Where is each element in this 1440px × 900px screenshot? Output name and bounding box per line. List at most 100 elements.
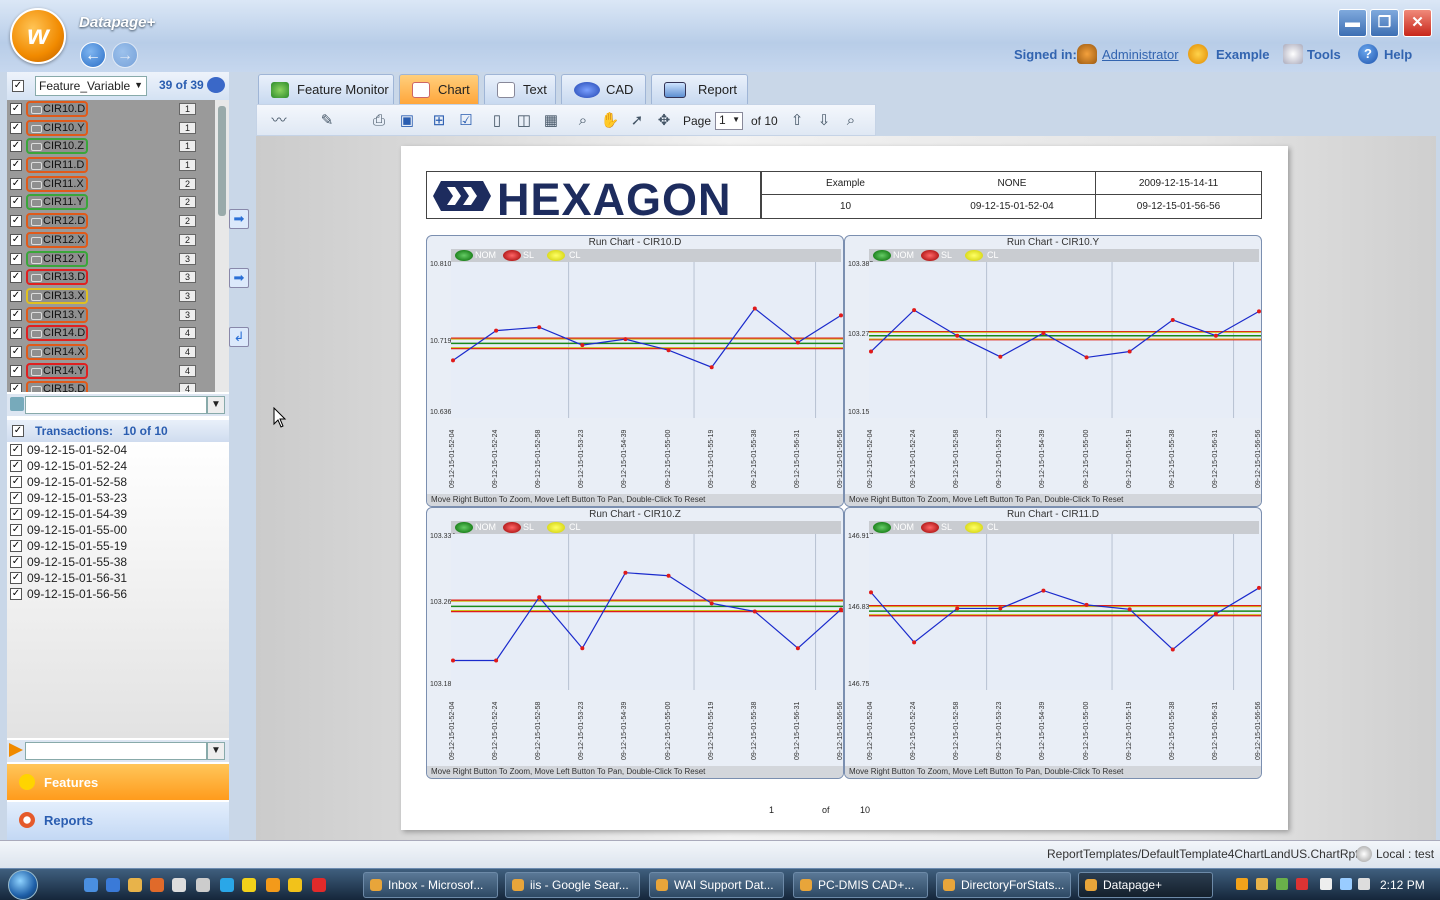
tab-cad[interactable]: CAD — [561, 74, 646, 104]
tab-text[interactable]: Text — [484, 74, 556, 104]
feature-label[interactable]: CIR10.Z — [26, 138, 88, 155]
chart-plot-area[interactable] — [451, 262, 843, 418]
feature-label[interactable]: CIR14.X — [26, 343, 88, 360]
zoom-icon[interactable]: ⌕ — [573, 111, 593, 131]
feature-row[interactable]: ✓ CIR15.D 4 — [7, 380, 215, 392]
transaction-checkbox[interactable]: ✓ — [10, 524, 22, 536]
feature-checkbox[interactable]: ✓ — [10, 289, 22, 302]
feature-checkbox[interactable]: ✓ — [10, 140, 22, 153]
feature-checkbox[interactable]: ✓ — [10, 159, 22, 172]
scrollbar-thumb[interactable] — [218, 106, 226, 216]
feature-checkbox[interactable]: ✓ — [10, 233, 22, 246]
feature-label[interactable]: CIR13.Y — [26, 306, 88, 323]
feature-type-select[interactable]: Feature_Variable ▼ — [35, 76, 147, 96]
return-arrow-icon[interactable]: ↲ — [229, 327, 249, 347]
feature-checkbox[interactable]: ✓ — [10, 121, 22, 134]
feature-label[interactable]: CIR13.D — [26, 269, 88, 286]
feature-checkbox[interactable]: ✓ — [10, 177, 22, 190]
panel-filter-input[interactable] — [25, 742, 207, 760]
feature-label[interactable]: CIR11.X — [26, 175, 88, 192]
help-link[interactable]: Help — [1384, 47, 1412, 62]
select-all-transactions-checkbox[interactable]: ✓ — [12, 425, 24, 437]
gear-icon[interactable] — [1188, 44, 1208, 64]
feature-row[interactable]: ✓ CIR14.X 4 — [7, 343, 215, 362]
transaction-checkbox[interactable]: ✓ — [10, 460, 22, 472]
app-icon[interactable] — [172, 878, 186, 892]
transaction-checkbox[interactable]: ✓ — [10, 540, 22, 552]
multi-page-icon[interactable]: ▦ — [541, 111, 561, 131]
send-to-chart-arrow-icon[interactable]: ➡ — [229, 209, 249, 229]
transaction-row[interactable]: ✓ 09-12-15-01-56-31 — [7, 570, 229, 586]
messenger-icon[interactable] — [128, 878, 142, 892]
transaction-row[interactable]: ✓ 09-12-15-01-53-23 — [7, 490, 229, 506]
save-icon[interactable]: ▣ — [397, 111, 417, 131]
line-chart-icon[interactable]: 〰 — [265, 111, 293, 131]
feature-label[interactable]: CIR14.Y — [26, 362, 88, 379]
feature-label[interactable]: CIR15.D — [26, 381, 88, 392]
feature-label[interactable]: CIR12.X — [26, 231, 88, 248]
chart-plot-area[interactable] — [869, 534, 1261, 690]
transaction-row[interactable]: ✓ 09-12-15-01-56-56 — [7, 586, 229, 602]
transaction-row[interactable]: ✓ 09-12-15-01-52-04 — [7, 442, 229, 458]
tab-chart[interactable]: Chart — [399, 74, 479, 104]
task-outlook[interactable]: Inbox - Microsof... — [363, 872, 498, 898]
app-logo[interactable]: w — [10, 8, 66, 64]
run-chart[interactable]: Run Chart - CIR10.Z NOM SL CL Move Right But… — [426, 507, 844, 779]
fit-page-icon[interactable]: ⊞ — [429, 111, 449, 131]
feature-checkbox[interactable]: ✓ — [10, 271, 22, 284]
two-page-icon[interactable]: ◫ — [514, 111, 534, 131]
tray-icon[interactable] — [1296, 878, 1308, 890]
transaction-checkbox[interactable]: ✓ — [10, 588, 22, 600]
chevron-down-icon[interactable]: ▼ — [207, 396, 225, 414]
feature-row[interactable]: ✓ CIR10.Y 1 — [7, 119, 215, 138]
run-chart[interactable]: Run Chart - CIR10.Y NOM SL CL Move Right But… — [844, 235, 1262, 507]
help-icon[interactable]: ? — [1358, 44, 1378, 64]
report-viewer[interactable]: HEXAGON Example NONE 2009-12-15-14-11 10… — [256, 136, 1436, 840]
transaction-row[interactable]: ✓ 09-12-15-01-54-39 — [7, 506, 229, 522]
feature-label[interactable]: CIR12.D — [26, 213, 88, 230]
feature-checkbox[interactable]: ✓ — [10, 383, 22, 392]
feature-checkbox[interactable]: ✓ — [10, 252, 22, 265]
tab-report[interactable]: Report — [651, 74, 748, 104]
app-icon[interactable] — [242, 878, 256, 892]
transaction-row[interactable]: ✓ 09-12-15-01-55-00 — [7, 522, 229, 538]
close-button[interactable]: ✕ — [1403, 9, 1432, 37]
feature-checkbox[interactable]: ✓ — [10, 215, 22, 228]
feature-row[interactable]: ✓ CIR10.D 1 — [7, 100, 215, 119]
page-down-icon[interactable]: ⇩ — [814, 111, 834, 131]
feature-label[interactable]: CIR10.D — [26, 101, 88, 117]
maximize-button[interactable]: ❐ — [1370, 9, 1399, 37]
feature-checkbox[interactable]: ✓ — [10, 327, 22, 340]
feature-checkbox[interactable]: ✓ — [10, 103, 22, 115]
app-icon[interactable] — [196, 878, 210, 892]
run-chart[interactable]: Run Chart - CIR11.D NOM SL CL Move Right But… — [844, 507, 1262, 779]
tools-icon[interactable] — [1283, 44, 1303, 64]
page-up-icon[interactable]: ⇧ — [787, 111, 807, 131]
chevron-down-icon[interactable]: ▼ — [207, 742, 225, 760]
vlc-icon[interactable] — [266, 878, 280, 892]
feature-row[interactable]: ✓ CIR14.D 4 — [7, 324, 215, 343]
feature-label[interactable]: CIR14.D — [26, 325, 88, 342]
tray-icon[interactable] — [1276, 878, 1288, 890]
back-arrow-icon[interactable]: ← — [80, 42, 106, 68]
transaction-row[interactable]: ✓ 09-12-15-01-55-38 — [7, 554, 229, 570]
transaction-checkbox[interactable]: ✓ — [10, 444, 22, 456]
task-wai-support[interactable]: WAI Support Dat... — [649, 872, 784, 898]
edit-icon[interactable]: ✎ — [317, 111, 337, 131]
transaction-checkbox[interactable]: ✓ — [10, 476, 22, 488]
run-chart[interactable]: Run Chart - CIR10.D NOM SL CL Move Right But… — [426, 235, 844, 507]
volume-icon[interactable] — [1358, 878, 1370, 890]
app-icon[interactable] — [312, 878, 326, 892]
user-link[interactable]: Administrator — [1102, 47, 1179, 62]
hand-icon[interactable]: ✋ — [600, 111, 620, 131]
feature-checkbox[interactable]: ✓ — [10, 196, 22, 209]
feature-row[interactable]: ✓ CIR13.Y 3 — [7, 306, 215, 325]
feature-checkbox[interactable]: ✓ — [10, 308, 22, 321]
feature-row[interactable]: ✓ CIR11.D 1 — [7, 156, 215, 175]
transaction-row[interactable]: ✓ 09-12-15-01-55-19 — [7, 538, 229, 554]
start-button[interactable] — [8, 870, 38, 900]
transaction-checkbox[interactable]: ✓ — [10, 556, 22, 568]
select-all-features-checkbox[interactable]: ✓ — [12, 80, 24, 92]
app-icon[interactable] — [288, 878, 302, 892]
feature-row[interactable]: ✓ CIR10.Z 1 — [7, 137, 215, 156]
